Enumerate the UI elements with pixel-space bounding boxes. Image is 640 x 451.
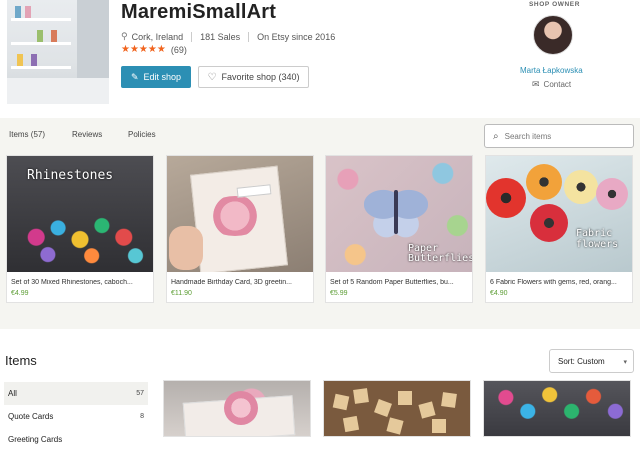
category-label: All — [8, 389, 17, 398]
listing-overlay-text: Rhinestones — [27, 168, 114, 183]
search-icon: ⌕ — [493, 130, 499, 142]
avatar[interactable] — [533, 15, 573, 55]
edit-shop-button[interactable]: ✎ Edit shop — [121, 66, 191, 88]
listing-image[interactable] — [167, 156, 313, 272]
items-heading: Items — [5, 353, 37, 368]
listing-price: €4.90 — [490, 290, 508, 297]
listing-overlay-text: Fabric flowers — [576, 228, 619, 250]
listing-image[interactable]: Paper Butterflies — [326, 156, 472, 272]
owner-name[interactable]: Marta Łapkowska — [520, 66, 583, 75]
listing-card[interactable]: Handmade Birthday Card, 3D greetin... €1… — [166, 155, 314, 303]
contact-link[interactable]: ✉ Contact — [532, 79, 571, 90]
category-item-greeting-cards[interactable]: Greeting Cards — [4, 428, 148, 451]
shop-rating[interactable]: ★★★★★ (69) — [121, 44, 187, 55]
listing-overlay-text: Paper Butterflies — [408, 243, 472, 264]
favorite-shop-button[interactable]: ♡ Favorite shop (340) — [198, 66, 309, 88]
category-count: 8 — [140, 413, 144, 420]
search-box[interactable]: ⌕ — [484, 124, 634, 148]
listing-title[interactable]: Handmade Birthday Card, 3D greetin... — [171, 279, 311, 286]
listing-card[interactable]: Fabric flowers 6 Fabric Flowers with gem… — [485, 155, 633, 303]
favorite-shop-label: Favorite shop (340) — [221, 72, 300, 82]
listing-title[interactable]: Set of 30 Mixed Rhinestones, caboch... — [11, 279, 151, 286]
shop-name: MaremiSmallArt — [121, 1, 277, 23]
listing-title[interactable]: 6 Fabric Flowers with gems, red, orang..… — [490, 279, 630, 286]
shop-location[interactable]: Cork, Ireland — [132, 32, 184, 42]
listing-price: €5.99 — [330, 290, 348, 297]
category-item-all[interactable]: All 57 — [4, 382, 148, 405]
category-count: 57 — [136, 390, 144, 397]
contact-label: Contact — [543, 80, 572, 89]
tab-items[interactable]: Items (57) — [9, 130, 45, 139]
chevron-down-icon: ▾ — [623, 359, 627, 366]
search-input[interactable] — [504, 131, 615, 141]
listing-image[interactable]: Fabric flowers — [486, 156, 632, 272]
pencil-icon: ✎ — [130, 71, 139, 82]
heart-icon: ♡ — [207, 71, 217, 83]
listing-thumbnail[interactable] — [323, 380, 471, 437]
map-pin-icon: ⚲ — [121, 31, 128, 41]
listing-card[interactable]: Rhinestones Set of 30 Mixed Rhinestones,… — [6, 155, 154, 303]
category-label: Quote Cards — [8, 412, 54, 421]
tab-policies[interactable]: Policies — [128, 130, 156, 139]
listing-image[interactable]: Rhinestones — [7, 156, 153, 272]
listing-title[interactable]: Set of 5 Random Paper Butterflies, bu... — [330, 279, 470, 286]
tab-reviews[interactable]: Reviews — [72, 130, 102, 139]
shop-sales[interactable]: 181 Sales — [200, 32, 240, 42]
listing-price: €11.90 — [171, 290, 192, 297]
listing-price: €4.99 — [11, 290, 29, 297]
sort-label: Sort: Custom — [558, 356, 605, 366]
shop-owner-label: SHOP OWNER — [529, 1, 581, 8]
review-count: (69) — [170, 44, 187, 55]
listing-card[interactable]: Paper Butterflies Set of 5 Random Paper … — [325, 155, 473, 303]
edit-shop-label: Edit shop — [143, 72, 182, 82]
category-item-quote-cards[interactable]: Quote Cards 8 — [4, 405, 148, 428]
shop-icon-photo — [7, 0, 109, 104]
sort-dropdown[interactable]: Sort: Custom ▾ — [549, 349, 634, 373]
shop-since: On Etsy since 2016 — [257, 31, 336, 42]
listing-thumbnail[interactable] — [483, 380, 631, 437]
shop-meta: ⚲ Cork, Ireland 181 Sales On Etsy since … — [121, 31, 335, 42]
category-label: Greeting Cards — [8, 435, 63, 444]
rating-stars-icon: ★★★★★ — [121, 44, 166, 55]
listing-thumbnail[interactable] — [163, 380, 311, 437]
envelope-icon: ✉ — [532, 79, 540, 89]
